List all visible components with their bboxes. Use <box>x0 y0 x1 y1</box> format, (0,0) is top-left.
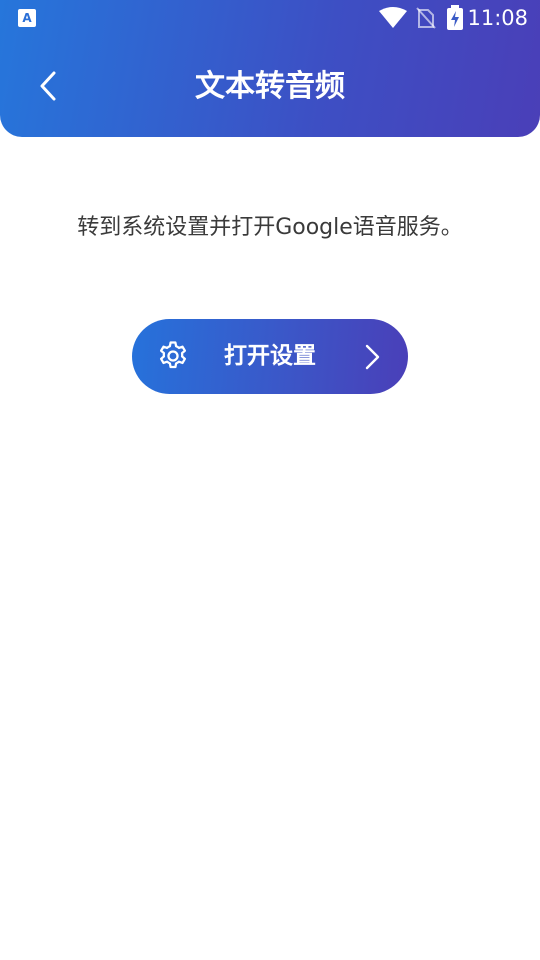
instruction-text: 转到系统设置并打开Google语音服务。 <box>77 215 463 240</box>
gear-icon <box>159 341 187 369</box>
no-sim-icon <box>416 7 436 29</box>
chevron-right-icon <box>365 344 380 370</box>
wifi-icon <box>379 7 407 28</box>
battery-charging-icon <box>447 5 463 30</box>
page-title: 文本转音频 <box>195 69 345 104</box>
app-header: A 11:08 文本转音频 <box>0 0 540 137</box>
status-bar: A 11:08 <box>0 0 540 36</box>
status-time: 11:08 <box>467 6 528 30</box>
keyboard-app-icon: A <box>18 9 36 27</box>
open-settings-label: 打开设置 <box>224 343 316 369</box>
open-settings-button[interactable]: 打开设置 <box>132 319 408 394</box>
